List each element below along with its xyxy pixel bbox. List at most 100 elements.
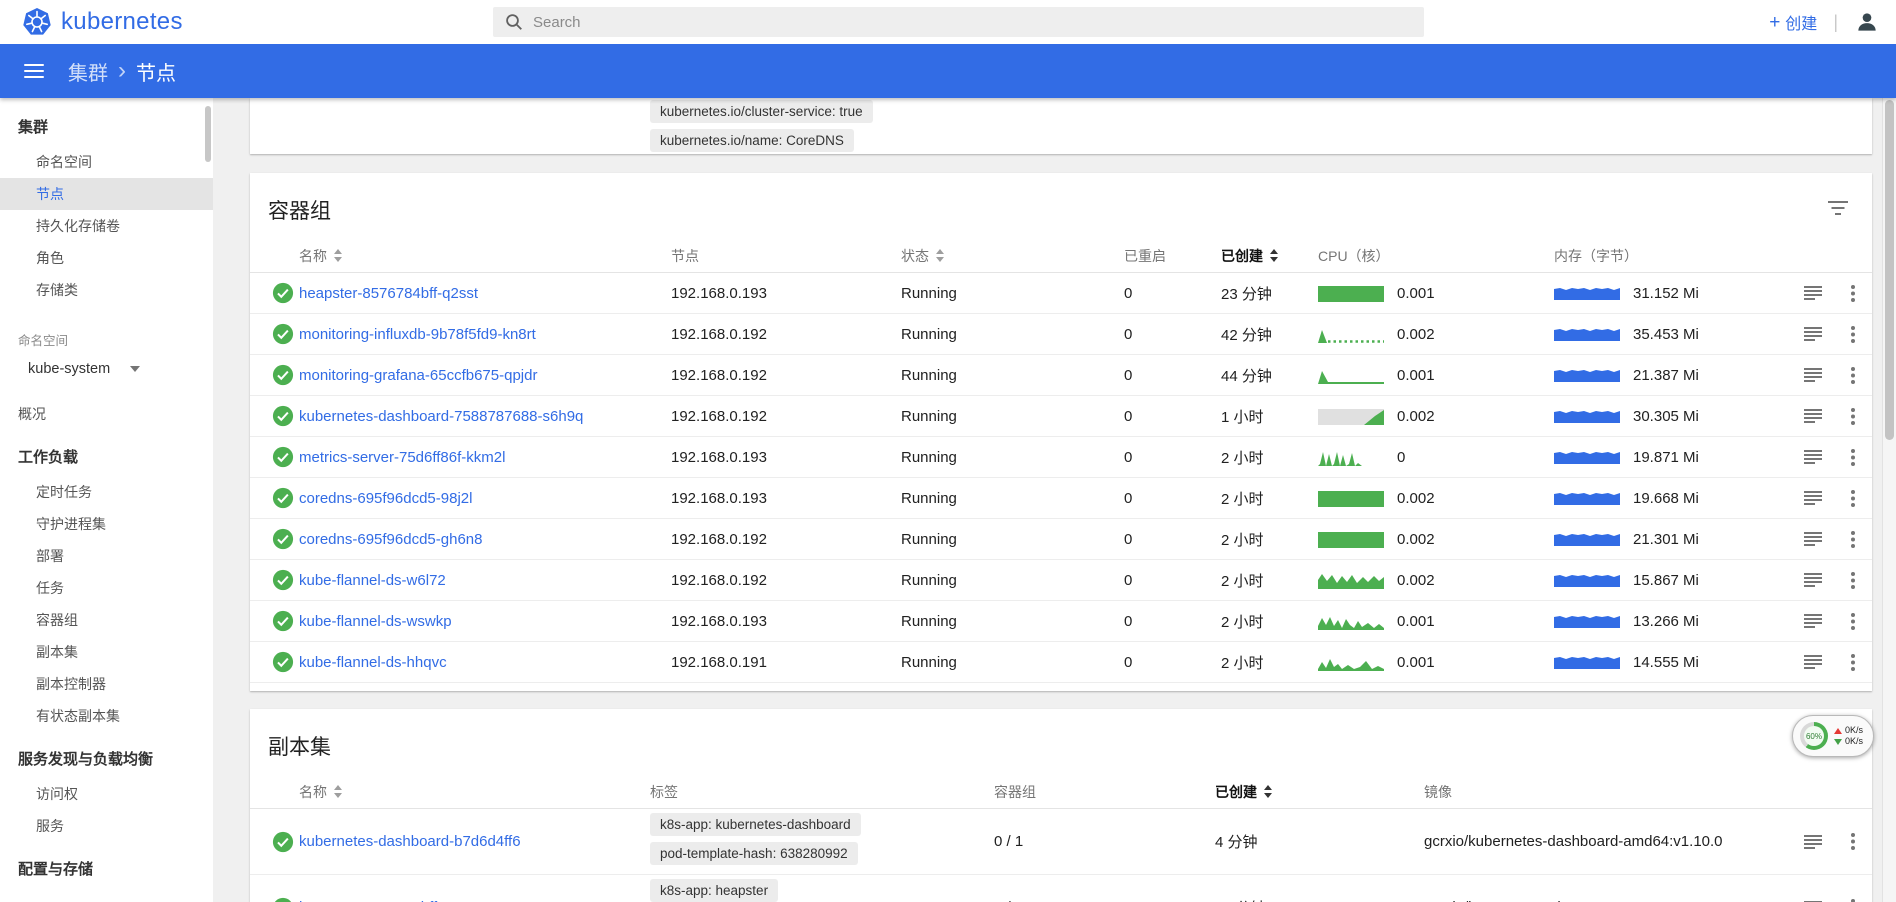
pods-col-cpu: CPU（核） — [1318, 246, 1554, 266]
sidebar-item-persistent-volumes[interactable]: 持久化存储卷 — [0, 210, 213, 242]
sidebar-item-storage-classes[interactable]: 存储类 — [0, 274, 213, 306]
sidebar-item-daemon-sets[interactable]: 守护进程集 — [0, 508, 213, 540]
pod-name-link[interactable]: kube-flannel-ds-w6l72 — [299, 572, 671, 589]
namespace-label: 命名空间 — [0, 330, 213, 352]
kebab-menu-icon[interactable] — [1850, 284, 1856, 303]
filter-icon[interactable] — [1824, 197, 1852, 224]
page-scrollbar-thumb[interactable] — [1885, 100, 1894, 440]
pods-col-created[interactable]: 已创建 — [1221, 246, 1318, 266]
memory-bar — [1554, 532, 1620, 546]
search-input[interactable] — [533, 14, 1424, 31]
pod-restarts: 0 — [1124, 367, 1221, 384]
replicaset-created: 4 分钟 — [1215, 831, 1424, 852]
pod-name-link[interactable]: heapster-8576784bff-q2sst — [299, 285, 671, 302]
logs-icon[interactable] — [1804, 614, 1822, 628]
create-button[interactable]: + 创建 — [1769, 10, 1817, 34]
kebab-menu-icon[interactable] — [1850, 898, 1856, 902]
battery-gauge-icon: 60% — [1800, 722, 1828, 750]
pod-memory: 30.305 Mi — [1554, 408, 1802, 425]
pod-row: kubernetes-dashboard-7588787688-s6h9q 19… — [250, 396, 1872, 437]
pod-row: kube-flannel-ds-wswkp 192.168.0.193 Runn… — [250, 601, 1872, 642]
kebab-menu-icon[interactable] — [1850, 653, 1856, 672]
kebab-menu-icon[interactable] — [1850, 325, 1856, 344]
sidebar-item-ingresses[interactable]: 访问权 — [0, 778, 213, 810]
logs-icon[interactable] — [1804, 573, 1822, 587]
rs-col-created[interactable]: 已创建 — [1215, 782, 1424, 802]
sidebar-item-stateful-sets[interactable]: 有状态副本集 — [0, 700, 213, 732]
sidebar-scrollbar-thumb[interactable] — [205, 106, 211, 162]
rs-col-name[interactable]: 名称 — [299, 782, 650, 802]
pod-name-link[interactable]: monitoring-grafana-65ccfb675-qpjdr — [299, 367, 671, 384]
cpu-sparkline — [1318, 448, 1384, 466]
pod-node: 192.168.0.192 — [671, 531, 901, 548]
kebab-menu-icon[interactable] — [1850, 489, 1856, 508]
user-account-icon[interactable] — [1854, 9, 1880, 35]
pod-name-link[interactable]: coredns-695f96dcd5-gh6n8 — [299, 531, 671, 548]
label-chip: k8s-app: kubernetes-dashboard — [650, 813, 861, 836]
logs-icon[interactable] — [1804, 409, 1822, 423]
logs-icon[interactable] — [1804, 368, 1822, 382]
sidebar-item-replica-sets[interactable]: 副本集 — [0, 636, 213, 668]
kebab-menu-icon[interactable] — [1850, 366, 1856, 385]
sidebar-item-jobs[interactable]: 任务 — [0, 572, 213, 604]
replicaset-name-link[interactable]: kubernetes-dashboard-b7d6d4ff6 — [299, 833, 650, 850]
kebab-menu-icon[interactable] — [1850, 448, 1856, 467]
upload-arrow-icon — [1834, 728, 1842, 734]
pod-name-link[interactable]: kube-flannel-ds-hhqvc — [299, 654, 671, 671]
top-app-bar: kubernetes + 创建 | — [0, 0, 1896, 44]
pod-status: Running — [901, 531, 1124, 548]
logs-icon[interactable] — [1804, 327, 1822, 341]
pod-name-link[interactable]: coredns-695f96dcd5-98j2l — [299, 490, 671, 507]
sidebar-item-nodes[interactable]: 节点 — [0, 178, 213, 210]
cpu-sparkline — [1318, 366, 1384, 384]
kebab-menu-icon[interactable] — [1850, 612, 1856, 631]
namespace-select[interactable]: kube-system — [0, 352, 213, 386]
kebab-menu-icon[interactable] — [1850, 407, 1856, 426]
pod-node: 192.168.0.193 — [671, 613, 901, 630]
pod-restarts: 0 — [1124, 490, 1221, 507]
kebab-menu-icon[interactable] — [1850, 530, 1856, 549]
logs-icon[interactable] — [1804, 450, 1822, 464]
pods-col-name[interactable]: 名称 — [299, 246, 671, 266]
sidebar-section-cluster: 集群 — [0, 110, 213, 146]
pod-name-link[interactable]: monitoring-influxdb-9b78f5fd9-kn8rt — [299, 326, 671, 343]
pod-name-link[interactable]: metrics-server-75d6ff86f-kkm2l — [299, 449, 671, 466]
logs-icon[interactable] — [1804, 532, 1822, 546]
network-monitor-overlay[interactable]: 60% 0K/s 0K/s — [1792, 715, 1874, 757]
sidebar-item-replication-controllers[interactable]: 副本控制器 — [0, 668, 213, 700]
pod-node: 192.168.0.193 — [671, 449, 901, 466]
plus-icon: + — [1769, 13, 1780, 32]
kebab-menu-icon[interactable] — [1850, 571, 1856, 590]
breadcrumb-cluster[interactable]: 集群 — [68, 57, 108, 86]
menu-icon[interactable] — [14, 50, 54, 92]
sidebar-item-deployments[interactable]: 部署 — [0, 540, 213, 572]
sidebar-item-cron-jobs[interactable]: 定时任务 — [0, 476, 213, 508]
kubernetes-logo[interactable]: kubernetes — [22, 7, 183, 37]
logs-icon[interactable] — [1804, 286, 1822, 300]
pod-cpu: 0.002 — [1318, 407, 1554, 425]
pod-name-link[interactable]: kube-flannel-ds-wswkp — [299, 613, 671, 630]
sidebar-item-overview[interactable]: 概况 — [0, 398, 213, 430]
pods-col-status[interactable]: 状态 — [901, 246, 1124, 266]
logs-icon[interactable] — [1804, 655, 1822, 669]
sidebar-section-config-storage: 配置与存储 — [0, 852, 213, 888]
status-ok-icon — [272, 897, 294, 902]
logs-icon[interactable] — [1804, 835, 1822, 849]
sidebar-item-services[interactable]: 服务 — [0, 810, 213, 842]
sort-icon — [334, 249, 343, 262]
global-search[interactable] — [493, 7, 1424, 37]
pod-created: 42 分钟 — [1221, 324, 1318, 345]
kubernetes-helm-icon — [22, 7, 52, 37]
pod-memory: 21.301 Mi — [1554, 531, 1802, 548]
replicaset-labels: k8s-app: kubernetes-dashboard pod-templa… — [650, 813, 994, 871]
pods-card: 容器组 名称 节点 状态 已重启 已创建 CPU（核） 内存（字节） heaps… — [250, 173, 1872, 691]
logs-icon[interactable] — [1804, 491, 1822, 505]
rs-col-images: 镜像 — [1424, 782, 1802, 802]
sidebar-item-namespaces[interactable]: 命名空间 — [0, 146, 213, 178]
pod-restarts: 0 — [1124, 613, 1221, 630]
sidebar-item-pods[interactable]: 容器组 — [0, 604, 213, 636]
sidebar-item-roles[interactable]: 角色 — [0, 242, 213, 274]
kebab-menu-icon[interactable] — [1850, 832, 1856, 851]
main-content: kubernetes.io/cluster-service: true kube… — [213, 98, 1882, 902]
pod-name-link[interactable]: kubernetes-dashboard-7588787688-s6h9q — [299, 408, 671, 425]
